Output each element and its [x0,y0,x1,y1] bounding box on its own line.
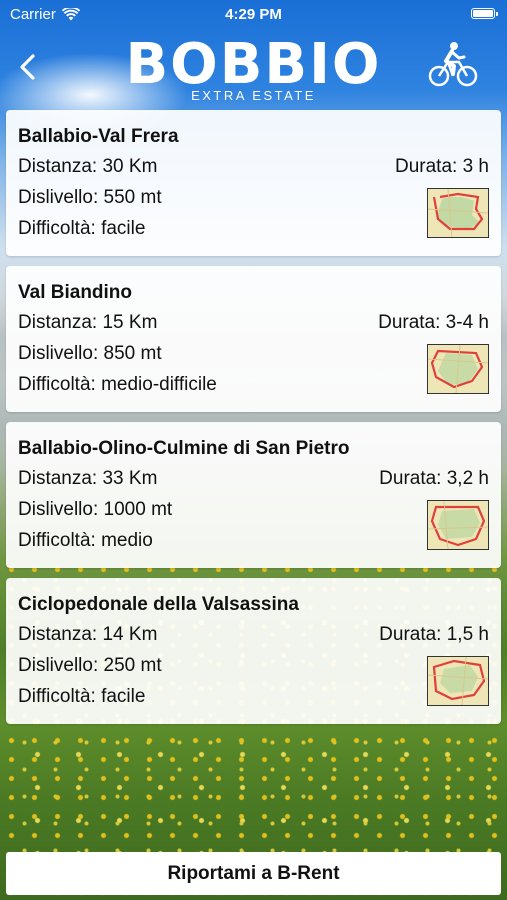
route-map-icon [428,189,488,237]
route-map-thumbnail[interactable] [427,656,489,706]
route-distance: Distanza: 14 Km [18,624,158,645]
route-difficulty: Difficoltà: facile [18,218,146,239]
route-title: Val Biandino [18,282,133,303]
route-duration: Durata: 1,5 h [379,624,489,645]
route-difficulty: Difficoltà: medio [18,530,153,551]
route-elevation: Dislivello: 1000 mt [18,499,173,520]
route-title: Ballabio-Olino-Culmine di San Pietro [18,438,350,459]
route-map-thumbnail[interactable] [427,188,489,238]
app-logo-subtitle: EXTRA ESTATE [191,88,316,103]
route-card[interactable]: Ballabio-Val Frera Distanza: 30 Km Durat… [6,110,501,256]
route-distance: Distanza: 15 Km [18,312,158,333]
route-difficulty: Difficoltà: medio-difficile [18,374,217,395]
battery-icon [471,8,498,19]
bike-button[interactable] [428,38,478,88]
route-card[interactable]: Ballabio-Olino-Culmine di San Pietro Dis… [6,422,501,568]
route-elevation: Dislivello: 250 mt [18,655,162,676]
status-time: 4:29 PM [225,6,282,23]
route-elevation: Dislivello: 550 mt [18,187,162,208]
route-card[interactable]: Val Biandino Distanza: 15 Km Durata: 3-4… [6,266,501,412]
route-map-thumbnail[interactable] [427,344,489,394]
route-title: Ciclopedonale della Valsassina [18,594,299,615]
route-elevation: Dislivello: 850 mt [18,343,162,364]
status-bar: Carrier 4:29 PM [0,0,507,30]
route-map-icon [428,345,488,393]
route-distance: Distanza: 30 Km [18,156,158,177]
route-duration: Durata: 3 h [395,156,489,177]
route-distance: Distanza: 33 Km [18,468,158,489]
route-map-thumbnail[interactable] [427,500,489,550]
route-difficulty: Difficoltà: facile [18,686,146,707]
route-map-icon [428,657,488,705]
route-map-icon [428,501,488,549]
cyclist-icon [428,42,478,87]
route-duration: Durata: 3-4 h [378,312,489,333]
route-card[interactable]: Ciclopedonale della Valsassina Distanza:… [6,578,501,724]
navigation-header: BOBBIO EXTRA ESTATE [0,30,507,110]
return-to-b-rent-button[interactable]: Riportami a B-Rent [6,852,501,895]
route-duration: Durata: 3,2 h [379,468,489,489]
route-title: Ballabio-Val Frera [18,126,179,147]
